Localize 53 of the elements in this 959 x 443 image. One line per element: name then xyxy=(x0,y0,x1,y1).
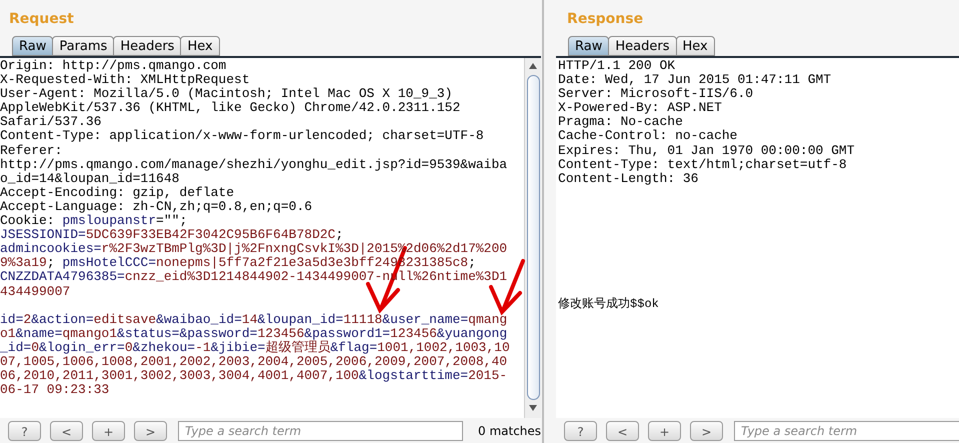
code-line: HTTP/1.1 200 OK xyxy=(558,59,676,74)
code-line: Date: Wed, 17 Jun 2015 01:47:11 GMT xyxy=(558,73,832,88)
code-line: AppleWebKit/537.36 (KHTML, like Gecko) Chrome/42.0.2311.152 xyxy=(0,101,460,116)
code-line: Origin: http://pms.qmango.com xyxy=(0,59,226,74)
code-line: User-Agent: Mozilla/5.0 (Macintosh; Intel Mac OS X 10_9_3) xyxy=(0,87,452,102)
code-line: 07,1005,1006,1008,2001,2002,2003,2004,2005,2006,2009,2007,2008,40 xyxy=(0,354,508,370)
toolbar-button[interactable]: + xyxy=(648,421,682,441)
code-line: 06,2010,2011,3001,3002,3003,3004,4001,4007,100&logstarttime=2015- xyxy=(0,369,508,384)
toolbar-button[interactable]: ? xyxy=(8,421,41,441)
tab[interactable]: Hex xyxy=(676,36,715,56)
tab[interactable]: Headers xyxy=(113,36,182,56)
code-line: 434499007 xyxy=(0,284,70,299)
code-line: Cookie: pmsloupanstr=""; xyxy=(0,214,188,228)
toolbar-button[interactable]: < xyxy=(606,421,640,441)
toolbar-button[interactable]: + xyxy=(92,421,125,441)
toolbar-button[interactable]: < xyxy=(50,421,83,441)
code-line: Referer: xyxy=(0,144,62,158)
code-line: o1&name=qmango1&status=&password=123456&password1=123456&yuangong xyxy=(0,326,508,341)
code-line: http://pms.qmango.com/manage/shezhi/yonghu_edit.jsp?id=9539&waiba xyxy=(0,158,508,172)
code-line: X-Powered-By: ASP.NET xyxy=(558,101,722,116)
code-line: 06-17 09:23:33 xyxy=(0,383,110,398)
code-line: JSESSIONID=5DC639F33EB42F3042C95B6F64B78D2C; xyxy=(0,228,344,242)
response-body: 修改账号成功$$ok xyxy=(558,296,659,311)
panel-title: Response xyxy=(566,10,644,29)
code-line: Cache-Control: no-cache xyxy=(558,129,738,144)
panel-title: Request xyxy=(8,10,75,29)
tab[interactable]: Raw xyxy=(12,36,54,56)
code-line: o_id=14&loupan_id=11648 xyxy=(0,172,180,186)
tab[interactable]: Hex xyxy=(180,36,220,56)
code-line: Safari/537.36 xyxy=(0,115,102,130)
code-line: Content-Length: 36 xyxy=(558,172,698,186)
code-line: Content-Type: application/x-www-form-urlencoded; charset=UTF-8 xyxy=(0,129,484,144)
tab[interactable]: Params xyxy=(52,36,114,56)
code-line: Pragma: No-cache xyxy=(558,115,683,130)
code-line: Accept-Encoding: gzip, deflate xyxy=(0,186,234,200)
scroll-thumb[interactable] xyxy=(526,75,540,400)
code-line: _id=0&login_err=0&zhekou=-1&jibie=超级管理员&flag=1001,1002,1003,10 xyxy=(0,340,510,355)
scroll-up-icon[interactable] xyxy=(529,63,538,69)
code-line: Expires: Thu, 01 Jan 1970 00:00:00 GMT xyxy=(558,144,854,158)
code-line: id=2&action=editsave&waibao_id=14&loupan_id=11118&user_name=qmang xyxy=(0,312,508,327)
toolbar-button[interactable]: > xyxy=(690,421,724,441)
scroll-down-icon[interactable] xyxy=(529,405,538,411)
search-field[interactable]: Type a search term xyxy=(178,421,463,441)
code-line: Content-Type: text/html;charset=utf-8 xyxy=(558,158,847,172)
tab[interactable]: Raw xyxy=(568,36,610,56)
match-count: 0 matches xyxy=(478,424,542,438)
search-field[interactable]: Type a search term xyxy=(734,421,959,441)
tab[interactable]: Headers xyxy=(608,36,677,56)
code-line: Server: Microsoft-IIS/6.0 xyxy=(558,87,754,102)
code-line: Accept-Language: zh-CN,zh;q=0.8,en;q=0.6 xyxy=(0,200,312,214)
toolbar-button[interactable]: > xyxy=(134,421,167,441)
toolbar-button[interactable]: ? xyxy=(564,421,598,441)
code-line: X-Requested-With: XMLHttpRequest xyxy=(0,73,250,88)
